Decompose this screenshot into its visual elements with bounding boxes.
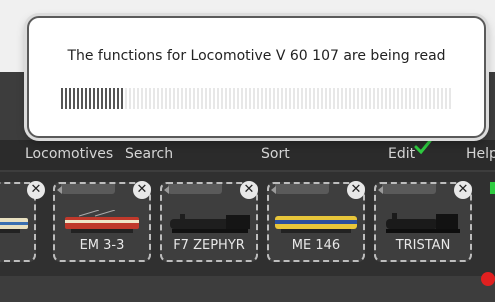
locomotive-name: TRISTAN — [395, 238, 451, 253]
locomotive-name: EM 3-3 — [79, 238, 125, 253]
progress-dialog: The functions for Locomotive V 60 107 ar… — [27, 16, 486, 138]
menu-locomotives[interactable]: Locomotives — [25, 146, 113, 162]
checkmark-icon — [414, 139, 432, 155]
close-icon[interactable]: ✕ — [27, 181, 45, 199]
arrow-left-icon — [271, 186, 276, 194]
menu-help[interactable]: Help — [466, 146, 495, 162]
card-tab — [61, 184, 115, 194]
locomotive-name: ME 146 — [291, 238, 341, 253]
card-tab — [168, 184, 222, 194]
steam-locomotive-icon — [170, 214, 250, 233]
card-tab — [382, 184, 436, 194]
app-window: Locomotives Search Sort Edit Help 40 ✕ E… — [0, 0, 495, 302]
locomotive-name: 40 — [0, 238, 34, 253]
locomotive-name: F7 ZEPHYR — [173, 238, 245, 253]
progress-fill — [61, 88, 124, 109]
electric-locomotive-icon — [65, 210, 139, 233]
status-indicator — [490, 182, 495, 194]
menu-edit[interactable]: Edit — [388, 146, 415, 162]
electric-locomotive-icon — [0, 218, 28, 233]
close-icon[interactable]: ✕ — [347, 181, 365, 199]
steam-locomotive-icon — [386, 213, 460, 233]
arrow-left-icon — [164, 186, 169, 194]
close-icon[interactable]: ✕ — [133, 181, 151, 199]
menu-search[interactable]: Search — [125, 146, 173, 162]
electric-locomotive-icon — [275, 216, 357, 233]
close-icon[interactable]: ✕ — [454, 181, 472, 199]
card-tab — [275, 184, 329, 194]
arrow-left-icon — [57, 186, 62, 194]
close-icon[interactable]: ✕ — [240, 181, 258, 199]
status-dot-icon — [481, 272, 495, 286]
progress-bar — [61, 88, 453, 109]
dialog-message: The functions for Locomotive V 60 107 ar… — [67, 48, 446, 64]
menu-sort[interactable]: Sort — [261, 146, 290, 162]
arrow-left-icon — [378, 186, 383, 194]
